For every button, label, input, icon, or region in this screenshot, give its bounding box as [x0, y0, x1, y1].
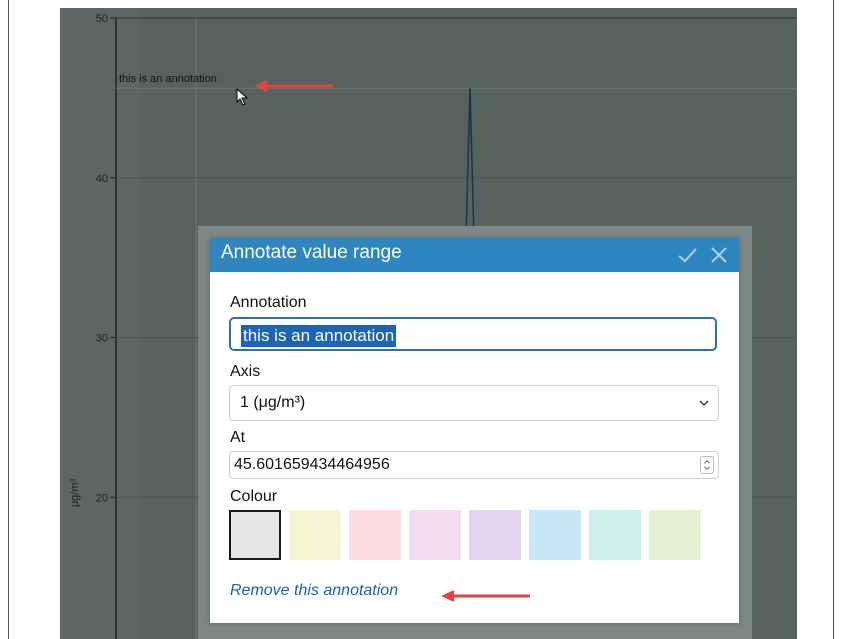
annotation-field-label: Annotation [230, 294, 307, 311]
colour-swatch[interactable] [589, 510, 641, 560]
remove-annotation-link[interactable]: Remove this annotation [230, 582, 398, 600]
axis-select-value: 1 (μg/m³) [240, 394, 306, 411]
chart-annotation-label[interactable]: this is an annotation [119, 73, 217, 85]
axis-field-label: Axis [230, 363, 261, 380]
colour-swatch[interactable] [229, 510, 281, 560]
red-arrow-icon [254, 80, 333, 92]
close-icon[interactable] [707, 243, 731, 267]
colour-swatch[interactable] [289, 510, 341, 560]
colour-swatch[interactable] [529, 510, 581, 560]
at-number-input[interactable]: 45.601659434464956 [229, 451, 719, 479]
mouse-cursor-icon [236, 88, 249, 106]
y-axis-label: μg/m³ [69, 478, 81, 507]
data-series-line [465, 88, 475, 241]
y-tick-label: 40 [96, 173, 108, 185]
axis-select[interactable]: 1 (μg/m³) [229, 385, 719, 421]
spinner-icon[interactable] [700, 456, 714, 474]
colour-swatch[interactable] [349, 510, 401, 560]
colour-swatch[interactable] [469, 510, 521, 560]
y-tick-label: 20 [96, 492, 108, 504]
y-tick-label: 50 [96, 13, 108, 25]
colour-field-label: Colour [230, 488, 278, 505]
dialog-header: Annotate value range [210, 238, 739, 272]
colour-swatch[interactable] [409, 510, 461, 560]
at-input-value: 45.601659434464956 [234, 456, 390, 473]
y-tick-label: 30 [96, 333, 108, 345]
at-field-label: At [230, 429, 246, 446]
annotation-input-selected-text: this is an annotation [241, 325, 397, 347]
dialog-title: Annotate value range [221, 242, 402, 263]
red-arrow-icon [441, 590, 530, 602]
colour-swatch[interactable] [649, 510, 701, 560]
chevron-down-icon [699, 400, 709, 407]
annotate-dialog: Annotate value range Annotation this is … [210, 238, 739, 623]
annotation-input[interactable]: this is an annotation [229, 317, 717, 351]
confirm-check-icon[interactable] [675, 243, 699, 267]
